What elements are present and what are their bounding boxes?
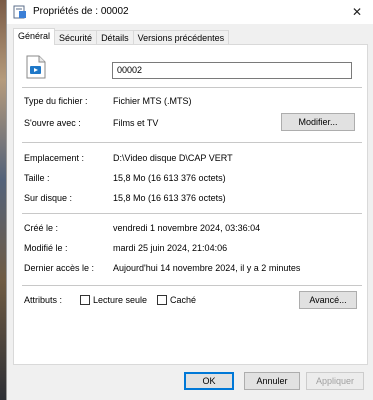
change-app-button[interactable]: Modifier... xyxy=(281,113,355,131)
created-value: vendredi 1 novembre 2024, 03:36:04 xyxy=(113,223,261,233)
tab-general[interactable]: Général xyxy=(13,28,56,45)
tab-previous-versions[interactable]: Versions précédentes xyxy=(132,30,230,45)
opens-with-label: S'ouvre avec : xyxy=(24,118,81,128)
apply-button[interactable]: Appliquer xyxy=(306,372,364,390)
accessed-label: Dernier accès le : xyxy=(24,263,95,273)
divider xyxy=(22,285,362,286)
size-label: Taille : xyxy=(24,173,50,183)
readonly-label[interactable]: Lecture seule xyxy=(93,295,147,305)
opens-with-value: Films et TV xyxy=(113,118,159,128)
general-panel: 00002 Type du fichier : Fichier MTS (.MT… xyxy=(13,44,368,365)
accessed-value: Aujourd'hui 14 novembre 2024, il y a 2 m… xyxy=(113,263,301,273)
tab-security[interactable]: Sécurité xyxy=(54,30,98,45)
attributes-label: Attributs : xyxy=(24,295,63,305)
size-value: 15,8 Mo (16 613 376 octets) xyxy=(113,173,226,183)
window-title: Propriétés de : 00002 xyxy=(33,6,129,17)
divider xyxy=(22,142,362,143)
tab-strip: Général Sécurité Détails Versions précéd… xyxy=(13,28,230,45)
video-file-icon xyxy=(26,55,46,79)
file-type-label: Type du fichier : xyxy=(24,96,88,106)
close-button[interactable]: ✕ xyxy=(347,3,367,21)
tab-details[interactable]: Détails xyxy=(96,30,134,45)
hidden-label[interactable]: Caché xyxy=(170,295,196,305)
modified-label: Modifié le : xyxy=(24,243,68,253)
created-label: Créé le : xyxy=(24,223,59,233)
ok-button[interactable]: OK xyxy=(184,372,234,390)
file-type-value: Fichier MTS (.MTS) xyxy=(113,96,192,106)
advanced-button[interactable]: Avancé... xyxy=(299,291,357,309)
location-value: D:\Video disque D\CAP VERT xyxy=(113,153,233,163)
filename-input[interactable]: 00002 xyxy=(112,62,352,79)
dialog-footer: OK Annuler Appliquer xyxy=(7,365,373,400)
location-label: Emplacement : xyxy=(24,153,85,163)
divider xyxy=(22,87,362,88)
cancel-button[interactable]: Annuler xyxy=(244,372,300,390)
properties-dialog: Propriétés de : 00002 ✕ Général Sécurité… xyxy=(6,0,373,400)
size-on-disk-label: Sur disque : xyxy=(24,193,73,203)
hidden-checkbox[interactable] xyxy=(157,295,167,305)
size-on-disk-value: 15,8 Mo (16 613 376 octets) xyxy=(113,193,226,203)
document-properties-icon xyxy=(13,5,26,19)
modified-value: mardi 25 juin 2024, 21:04:06 xyxy=(113,243,228,253)
divider xyxy=(22,213,362,214)
close-icon: ✕ xyxy=(351,5,363,19)
title-bar[interactable]: Propriétés de : 00002 ✕ xyxy=(7,0,373,24)
readonly-checkbox[interactable] xyxy=(80,295,90,305)
